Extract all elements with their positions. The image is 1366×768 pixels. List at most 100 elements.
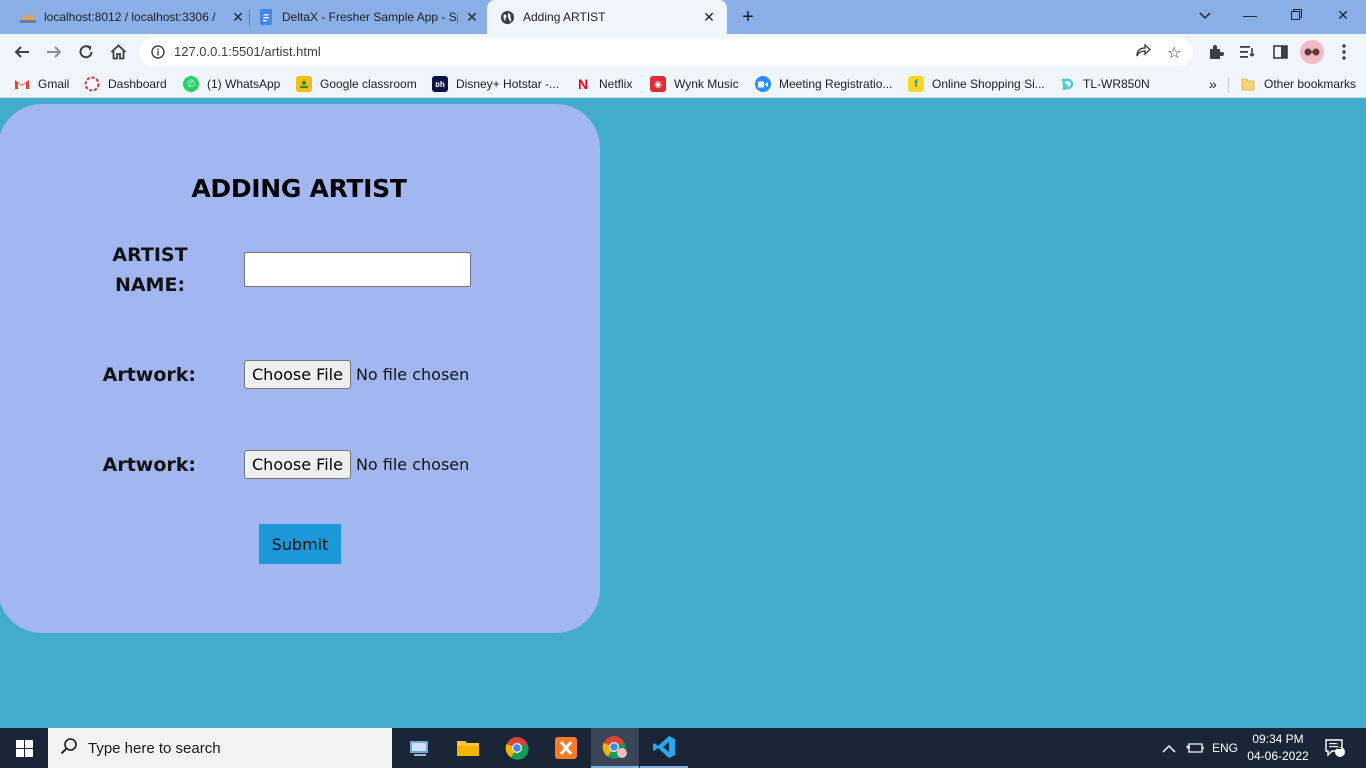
bookmark-wynk-music[interactable]: ◉ Wynk Music	[650, 76, 739, 92]
netflix-icon: N	[577, 76, 589, 92]
site-info-icon[interactable]	[151, 45, 165, 64]
language-indicator[interactable]: ENG	[1212, 728, 1238, 768]
choose-file-button-2[interactable]: Choose File	[244, 449, 351, 479]
search-placeholder: Type here to search	[88, 739, 221, 757]
home-button[interactable]	[107, 41, 129, 63]
tab-title: DeltaX - Fresher Sample App - Sp	[282, 10, 458, 24]
tab-search-icon[interactable]	[1193, 5, 1217, 25]
start-button[interactable]	[0, 728, 48, 768]
wynk-icon: ◉	[650, 76, 666, 92]
dashboard-icon	[84, 76, 100, 92]
bookmark-label: TL-WR850N	[1083, 77, 1150, 91]
tab-phpmyadmin[interactable]: localhost:8012 / localhost:3306 / ✕	[20, 0, 246, 34]
choose-file-button-1[interactable]: Choose File	[244, 359, 351, 389]
chrome-profile-icon[interactable]	[591, 728, 639, 768]
phpmyadmin-icon	[20, 9, 36, 25]
artwork-label-1: Artwork:	[102, 364, 196, 386]
chrome-icon[interactable]	[493, 728, 541, 768]
bookmark-tl-wr850n[interactable]: TL-WR850N	[1059, 76, 1150, 92]
clock-date: 04-06-2022	[1247, 749, 1309, 763]
page-title: ADDING ARTIST	[191, 174, 407, 203]
reading-list-icon[interactable]	[1238, 42, 1258, 62]
extensions-icon[interactable]	[1206, 42, 1226, 62]
reload-icon	[79, 45, 93, 59]
clock[interactable]: 09:34 PM 04-06-2022	[1242, 731, 1314, 765]
file-explorer-icon[interactable]	[444, 728, 492, 768]
other-bookmarks-folder[interactable]: Other bookmarks	[1240, 76, 1356, 92]
tplink-icon	[1059, 76, 1075, 92]
windows-logo-icon	[15, 739, 33, 757]
menu-kebab-icon[interactable]	[1334, 42, 1354, 62]
back-button[interactable]	[11, 41, 33, 63]
reload-button[interactable]	[75, 41, 97, 63]
bookmarks-bar: Gmail Dashboard ✆ (1) WhatsApp Google cl…	[0, 70, 1366, 98]
browser-toolbar: 127.0.0.1:5501/artist.html ☆	[0, 34, 1366, 70]
close-icon[interactable]: ✕	[230, 9, 246, 25]
taskbar-search[interactable]: Type here to search	[48, 728, 392, 768]
bookmark-dashboard[interactable]: Dashboard	[84, 76, 167, 92]
bookmarks-divider	[1228, 77, 1229, 93]
vscode-icon[interactable]	[640, 728, 688, 768]
windows-taskbar: Type here to search ENG 09:34 PM 04-06-2…	[0, 728, 1366, 768]
artwork-file-input-2: Choose File No file chosen	[244, 449, 469, 479]
url-text: 127.0.0.1:5501/artist.html	[174, 44, 321, 59]
bookmark-online-shopping[interactable]: f Online Shopping Si...	[908, 76, 1045, 92]
globe-icon	[499, 9, 515, 25]
restore-button[interactable]	[1284, 5, 1308, 25]
action-center-button[interactable]: 1	[1324, 728, 1346, 768]
bookmark-label: Online Shopping Si...	[932, 77, 1045, 91]
clock-time: 09:34 PM	[1252, 732, 1304, 746]
notification-count: 1	[1336, 741, 1342, 752]
tab-separator	[249, 9, 250, 26]
share-icon[interactable]	[1135, 43, 1152, 64]
bookmark-whatsapp[interactable]: ✆ (1) WhatsApp	[183, 76, 280, 92]
bookmarks-overflow-button[interactable]: »	[1209, 76, 1217, 92]
xampp-icon[interactable]	[542, 728, 590, 768]
bookmark-label: Gmail	[38, 77, 70, 91]
bookmark-label: Other bookmarks	[1264, 77, 1357, 91]
bookmark-google-classroom[interactable]: Google classroom	[296, 76, 417, 92]
profile-avatar[interactable]	[1300, 40, 1324, 64]
new-tab-button[interactable]: +	[737, 6, 759, 28]
submit-button[interactable]: Submit	[259, 524, 341, 564]
forward-arrow-icon	[47, 46, 62, 58]
artist-form-card: ADDING ARTIST ARTIST NAME: Artwork: Choo…	[0, 104, 600, 633]
bookmark-label: Dashboard	[108, 77, 167, 91]
back-arrow-icon	[14, 46, 29, 58]
close-window-button[interactable]: ✕	[1331, 5, 1355, 25]
battery-icon[interactable]	[1186, 728, 1204, 768]
task-view-icon[interactable]	[396, 728, 444, 768]
tab-adding-artist[interactable]: Adding ARTIST ✕	[487, 0, 727, 34]
flipkart-icon: f	[908, 76, 924, 92]
side-panel-icon[interactable]	[1270, 42, 1290, 62]
bookmark-label: Netflix	[599, 77, 633, 91]
bookmark-netflix[interactable]: N Netflix	[575, 76, 632, 92]
file-status-text-1: No file chosen	[355, 364, 470, 384]
artwork-file-input-1: Choose File No file chosen	[244, 359, 469, 389]
artist-name-input[interactable]	[244, 252, 471, 287]
bookmark-meeting-registration[interactable]: Meeting Registratio...	[755, 76, 892, 92]
bookmark-label: Google classroom	[320, 77, 417, 91]
bookmark-label: Meeting Registratio...	[779, 77, 893, 91]
tab-title: localhost:8012 / localhost:3306 /	[44, 10, 216, 24]
artwork-label-2: Artwork:	[102, 454, 196, 476]
close-icon[interactable]: ✕	[701, 9, 717, 25]
close-icon[interactable]: ✕	[464, 9, 480, 25]
home-icon	[110, 44, 126, 60]
artist-name-label: ARTIST NAME:	[98, 240, 202, 300]
bookmark-label: Disney+ Hotstar -...	[456, 77, 560, 91]
bookmark-gmail[interactable]: Gmail	[14, 76, 69, 92]
show-hidden-icons-button[interactable]	[1162, 728, 1176, 768]
bookmark-star-icon[interactable]: ☆	[1167, 43, 1181, 63]
tab-title: Adding ARTIST	[523, 10, 606, 24]
bookmark-hotstar[interactable]: ᴅh Disney+ Hotstar -...	[432, 76, 559, 92]
hotstar-icon: ᴅh	[432, 76, 448, 92]
file-status-text-2: No file chosen	[355, 454, 470, 474]
forward-button[interactable]	[43, 41, 65, 63]
tab-deltax-doc[interactable]: DeltaX - Fresher Sample App - Sp ✕	[258, 0, 480, 34]
google-docs-icon	[258, 9, 274, 25]
whatsapp-icon: ✆	[183, 76, 199, 92]
artist-name-label-line2: NAME:	[114, 274, 186, 296]
address-bar[interactable]: 127.0.0.1:5501/artist.html ☆	[139, 38, 1193, 66]
minimize-button[interactable]: —	[1238, 5, 1262, 25]
